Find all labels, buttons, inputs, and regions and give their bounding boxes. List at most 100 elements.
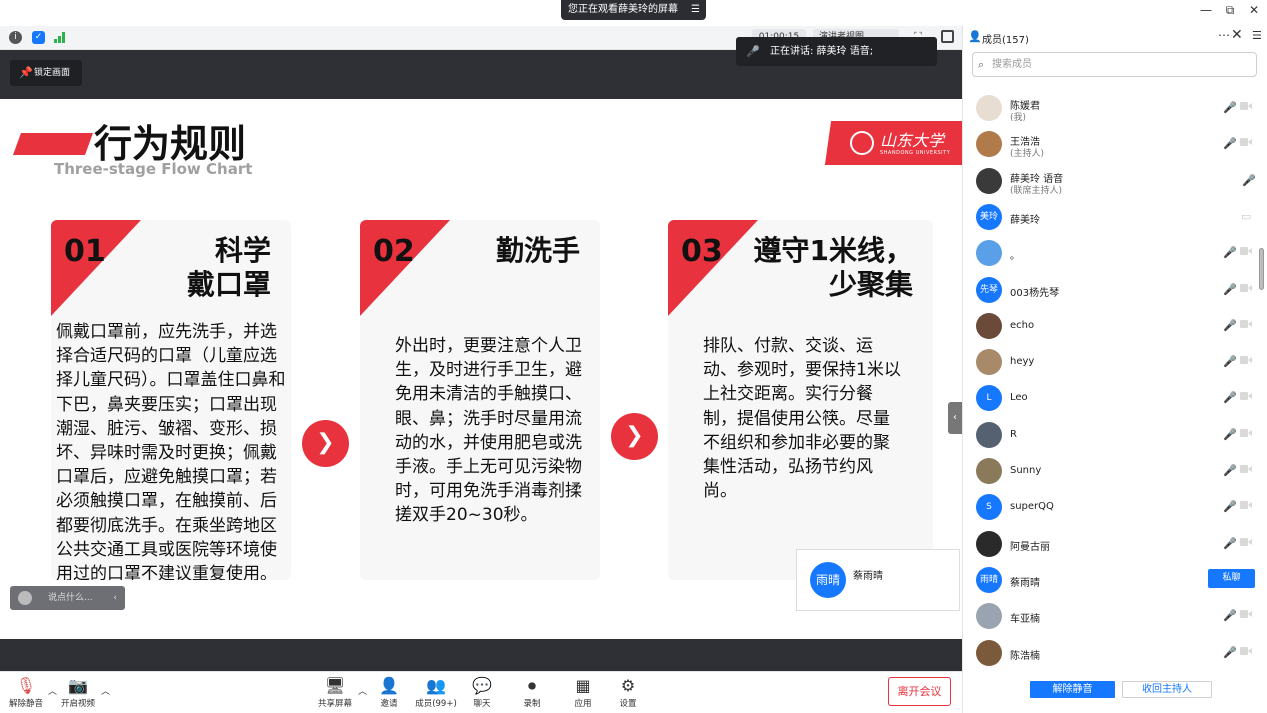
more-options-icon[interactable]: ⋯	[1218, 28, 1230, 42]
member-role: (我)	[1010, 113, 1027, 123]
member-row[interactable]: 阿曼古丽 🎤	[963, 526, 1253, 562]
member-row[interactable]: 。 🎤	[963, 235, 1253, 271]
mic-muted-icon[interactable]: 🎤	[1223, 500, 1237, 513]
mic-active-icon[interactable]: 🎤	[1242, 174, 1256, 187]
member-row[interactable]: heyy 🎤	[963, 344, 1253, 380]
minimize-button[interactable]: —	[1196, 3, 1216, 17]
university-logo-subtext: SHANDONG UNIVERSITY	[880, 150, 951, 156]
avatar	[976, 131, 1002, 158]
member-row[interactable]: R 🎤	[963, 417, 1253, 453]
member-row[interactable]: L Leo 🎤	[963, 380, 1253, 416]
camera-off-icon[interactable]	[1240, 428, 1252, 438]
share-screen-button[interactable]: 🖥 共享屏幕	[311, 676, 359, 712]
avatar	[976, 603, 1002, 630]
shield-icon[interactable]: ✓	[32, 31, 45, 44]
invite-label: 邀请	[380, 699, 398, 709]
share-banner-text: 您正在观看薛美玲的屏幕	[568, 4, 678, 15]
camera-off-icon[interactable]	[1240, 500, 1252, 510]
mic-muted-icon[interactable]: 🎤	[1223, 464, 1237, 477]
restore-button[interactable]: ⧉	[1220, 3, 1240, 18]
member-list-scrollbar[interactable]	[1259, 248, 1264, 290]
camera-off-icon[interactable]	[1240, 283, 1252, 293]
camera-off-icon[interactable]	[1240, 391, 1252, 401]
camera-off-icon[interactable]	[1240, 137, 1252, 147]
unmute-all-button[interactable]: 解除静音	[1030, 681, 1115, 698]
collapse-arrow-icon[interactable]: ‹	[948, 402, 962, 434]
menu-icon[interactable]: ☰	[1252, 29, 1262, 42]
private-chat-button[interactable]: 私聊	[1208, 568, 1255, 588]
member-row[interactable]: 美玲 薛美玲 ▭	[963, 199, 1253, 235]
avatar	[976, 639, 1002, 666]
info-icon[interactable]: i	[9, 31, 22, 44]
list-icon[interactable]: ☰	[691, 0, 700, 20]
mic-muted-icon[interactable]: 🎤	[1223, 283, 1237, 296]
camera-off-icon[interactable]	[1240, 464, 1252, 474]
avatar	[976, 530, 1002, 557]
chevron-left-icon[interactable]: ‹	[113, 586, 117, 610]
member-row[interactable]: Sunny 🎤	[963, 453, 1253, 489]
mic-muted-icon[interactable]: 🎤	[1223, 609, 1237, 622]
unmute-button[interactable]: 🎙 解除静音	[2, 676, 50, 712]
card-body: 排队、付款、交谈、运动、参观时，要保持1米以上社交距离。实行分餐制，提倡使用公筷…	[703, 336, 901, 502]
members-button[interactable]: 👥 成员(99+)	[412, 676, 460, 712]
leave-meeting-button[interactable]: 离开会议	[888, 677, 951, 706]
mic-muted-icon[interactable]: 🎤	[1223, 246, 1237, 259]
member-row[interactable]: 王浩浩 (主持人) 🎤	[963, 126, 1253, 162]
search-members-input[interactable]: ⌕ 搜索成员	[972, 52, 1257, 77]
quick-chat-input[interactable]: 说点什么... ‹	[10, 586, 125, 610]
camera-off-icon[interactable]	[1240, 355, 1252, 365]
university-logo-text: 山东大学	[880, 131, 945, 150]
member-row[interactable]: 薛美玲 语音 (联席主持人) 🎤	[963, 163, 1256, 199]
camera-off-icon[interactable]	[1240, 537, 1252, 547]
member-row[interactable]: 陈浩楠 🎤	[963, 635, 1253, 671]
apps-button[interactable]: ▦ 应用	[559, 676, 607, 712]
participant-name: 蔡雨晴	[853, 571, 883, 582]
start-video-label: 开启视频	[60, 699, 95, 709]
signal-icon[interactable]	[54, 32, 66, 43]
avatar: 美玲	[976, 203, 1002, 230]
chat-button[interactable]: 💬 聊天	[458, 676, 506, 712]
mic-muted-icon[interactable]: 🎤	[1223, 101, 1237, 114]
emoji-icon[interactable]	[18, 591, 32, 605]
mic-muted-icon[interactable]: 🎤	[1223, 646, 1237, 659]
settings-button[interactable]: ⚙ 设置	[604, 676, 652, 712]
screen-share-banner[interactable]: 您正在观看薛美玲的屏幕 ☰	[561, 0, 706, 20]
member-row[interactable]: SsuperQQ 🎤	[963, 489, 1253, 525]
settings-label: 设置	[619, 699, 637, 709]
member-row[interactable]: 雨晴 蔡雨晴 私聊	[963, 562, 1255, 598]
member-row[interactable]: 车亚楠 🎤	[963, 598, 1253, 634]
mic-muted-icon[interactable]: 🎤	[1223, 137, 1237, 150]
mic-muted-icon[interactable]: 🎤	[1223, 355, 1237, 368]
camera-off-icon[interactable]	[1240, 646, 1252, 656]
lock-view-button[interactable]: 📌 锁定画面	[10, 60, 82, 86]
mic-muted-icon[interactable]: 🎤	[1223, 537, 1237, 550]
sidebar-toggle-icon[interactable]	[941, 30, 954, 43]
camera-off-icon[interactable]	[1240, 609, 1252, 619]
member-role: (主持人)	[1010, 149, 1045, 160]
close-icon[interactable]: ✕	[1231, 27, 1243, 43]
member-row[interactable]: echo 🎤	[963, 308, 1253, 344]
start-video-button[interactable]: 📷 开启视频	[54, 676, 102, 712]
mic-muted-icon[interactable]: 🎤	[1223, 391, 1237, 404]
mic-muted-icon: 🎙	[15, 676, 37, 695]
mic-muted-icon[interactable]: 🎤	[1223, 319, 1237, 332]
member-name: 车亚楠	[1010, 614, 1040, 626]
member-row[interactable]: 先琴 003杨先琴 🎤	[963, 272, 1253, 308]
card-number: 01	[64, 234, 106, 269]
video-options-chevron-icon[interactable]: ︿	[101, 684, 110, 697]
camera-off-icon[interactable]	[1240, 246, 1252, 256]
gear-icon: ⚙	[620, 676, 636, 695]
participant-video-tile[interactable]: 雨晴 蔡雨晴	[796, 549, 960, 611]
member-row[interactable]: 陈媛君 (我) 🎤	[963, 90, 1253, 126]
reclaim-host-button[interactable]: 收回主持人	[1122, 681, 1212, 698]
record-button[interactable]: ⏺ 录制	[508, 676, 556, 712]
close-window-button[interactable]: ✕	[1244, 3, 1264, 17]
record-label: 录制	[523, 699, 541, 709]
member-name: 。	[1010, 251, 1020, 263]
speaking-indicator: 🎤 正在讲话: 薛美玲 语音;	[736, 37, 937, 66]
camera-off-icon[interactable]	[1240, 319, 1252, 329]
card-heading: 遵守1米线， 少聚集	[753, 234, 913, 301]
mic-muted-icon[interactable]: 🎤	[1223, 428, 1237, 441]
camera-off-icon[interactable]	[1240, 101, 1252, 111]
invite-button[interactable]: 👤 邀请	[365, 676, 413, 712]
